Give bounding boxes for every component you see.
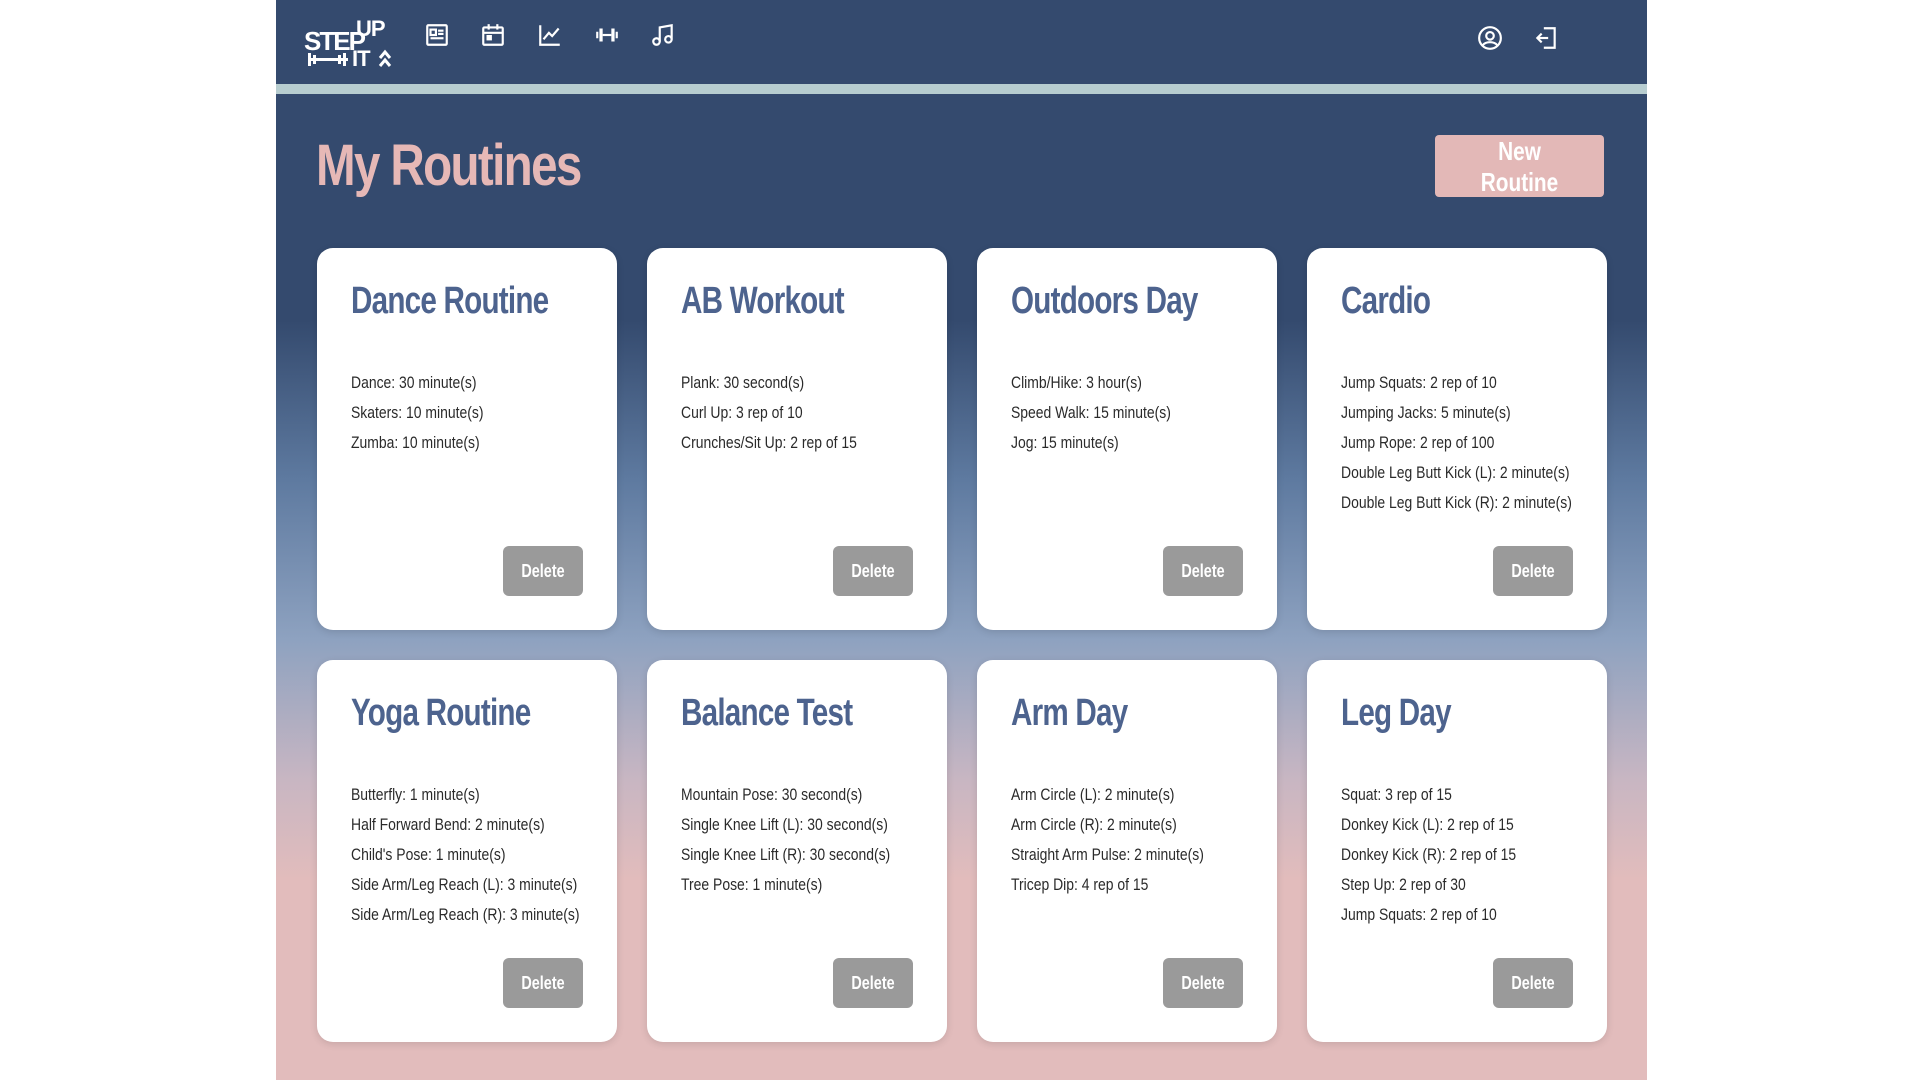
svg-text:UP: UP — [356, 16, 385, 41]
page-title: My Routines — [316, 133, 582, 198]
exercise-item: Zumba: 10 minute(s) — [351, 433, 480, 452]
exercise-item: Climb/Hike: 3 hour(s) — [1011, 373, 1142, 392]
exercise-list: Squat: 3 rep of 15 Donkey Kick (L): 2 re… — [1341, 780, 1555, 930]
exercise-item: Mountain Pose: 30 second(s) — [681, 785, 863, 804]
routine-card: Leg Day Squat: 3 rep of 15 Donkey Kick (… — [1307, 660, 1607, 1042]
stepupit-logo[interactable]: STEP UP IT — [304, 14, 394, 71]
routine-title: Cardio — [1341, 280, 1431, 322]
routine-card: Arm Day Arm Circle (L): 2 minute(s) Arm … — [977, 660, 1277, 1042]
exercise-item: Speed Walk: 15 minute(s) — [1011, 403, 1171, 422]
exercise-item: Arm Circle (R): 2 minute(s) — [1011, 815, 1177, 834]
delete-button[interactable]: Delete — [1493, 546, 1573, 596]
exercise-item: Child's Pose: 1 minute(s) — [351, 845, 506, 864]
delete-button[interactable]: Delete — [833, 546, 913, 596]
delete-button[interactable]: Delete — [503, 958, 583, 1008]
calendar-icon[interactable] — [478, 20, 508, 50]
chart-line-icon[interactable] — [535, 20, 565, 50]
routine-title: Leg Day — [1341, 692, 1452, 734]
header-divider — [276, 84, 1647, 94]
exercise-item: Straight Arm Pulse: 2 minute(s) — [1011, 845, 1204, 864]
delete-button[interactable]: Delete — [833, 958, 913, 1008]
exercise-item: Double Leg Butt Kick (R): 2 minute(s) — [1341, 493, 1572, 512]
exercise-item: Side Arm/Leg Reach (R): 3 minute(s) — [351, 905, 580, 924]
delete-button[interactable]: Delete — [1163, 958, 1243, 1008]
exercise-list: Plank: 30 second(s) Curl Up: 3 rep of 10… — [681, 368, 896, 458]
exercise-item: Butterfly: 1 minute(s) — [351, 785, 480, 804]
app-container: STEP UP IT My Routines New Routine Dance… — [276, 0, 1647, 1080]
logout-icon[interactable] — [1531, 23, 1561, 53]
music-note-icon[interactable] — [648, 20, 678, 50]
exercise-item: Jumping Jacks: 5 minute(s) — [1341, 403, 1511, 422]
delete-label: Delete — [521, 972, 565, 993]
exercise-item: Plank: 30 second(s) — [681, 373, 805, 392]
routine-title: Yoga Routine — [351, 692, 531, 734]
newspaper-icon[interactable] — [422, 20, 452, 50]
exercise-item: Donkey Kick (L): 2 rep of 15 — [1341, 815, 1514, 834]
delete-button[interactable]: Delete — [1163, 546, 1243, 596]
delete-label: Delete — [1181, 972, 1225, 993]
new-routine-button[interactable]: New Routine — [1435, 135, 1604, 197]
routine-title: Outdoors Day — [1011, 280, 1198, 322]
delete-label: Delete — [851, 560, 895, 581]
exercise-item: Half Forward Bend: 2 minute(s) — [351, 815, 545, 834]
svg-text:IT: IT — [352, 46, 371, 70]
delete-label: Delete — [1511, 972, 1555, 993]
exercise-list: Dance: 30 minute(s) Skaters: 10 minute(s… — [351, 368, 513, 458]
exercise-item: Arm Circle (L): 2 minute(s) — [1011, 785, 1175, 804]
delete-label: Delete — [521, 560, 565, 581]
routine-card: Cardio Jump Squats: 2 rep of 10 Jumping … — [1307, 248, 1607, 630]
dumbbell-icon[interactable] — [592, 20, 622, 50]
delete-button[interactable]: Delete — [1493, 958, 1573, 1008]
exercise-item: Skaters: 10 minute(s) — [351, 403, 484, 422]
exercise-item: Crunches/Sit Up: 2 rep of 15 — [681, 433, 857, 452]
exercise-list: Arm Circle (L): 2 minute(s) Arm Circle (… — [1011, 780, 1246, 900]
exercise-list: Climb/Hike: 3 hour(s) Speed Walk: 15 min… — [1011, 368, 1206, 458]
top-navbar: STEP UP IT — [276, 0, 1647, 84]
new-routine-label: New Routine — [1480, 136, 1559, 197]
routine-card: Dance Routine Dance: 30 minute(s) Skater… — [317, 248, 617, 630]
exercise-item: Single Knee Lift (L): 30 second(s) — [681, 815, 888, 834]
exercise-item: Tree Pose: 1 minute(s) — [681, 875, 823, 894]
routine-card: Balance Test Mountain Pose: 30 second(s)… — [647, 660, 947, 1042]
exercise-item: Squat: 3 rep of 15 — [1341, 785, 1452, 804]
delete-label: Delete — [1511, 560, 1555, 581]
routine-title: Arm Day — [1011, 692, 1128, 734]
exercise-item: Jump Squats: 2 rep of 10 — [1341, 905, 1497, 924]
routine-title: AB Workout — [681, 280, 845, 322]
exercise-list: Mountain Pose: 30 second(s) Single Knee … — [681, 780, 936, 900]
delete-label: Delete — [851, 972, 895, 993]
exercise-item: Jump Rope: 2 rep of 100 — [1341, 433, 1495, 452]
exercise-item: Donkey Kick (R): 2 rep of 15 — [1341, 845, 1517, 864]
exercise-item: Curl Up: 3 rep of 10 — [681, 403, 803, 422]
exercise-item: Dance: 30 minute(s) — [351, 373, 477, 392]
routine-title: Dance Routine — [351, 280, 549, 322]
exercise-item: Jog: 15 minute(s) — [1011, 433, 1119, 452]
routine-title: Balance Test — [681, 692, 853, 734]
exercise-item: Side Arm/Leg Reach (L): 3 minute(s) — [351, 875, 578, 894]
delete-label: Delete — [1181, 560, 1225, 581]
exercise-list: Butterfly: 1 minute(s) Half Forward Bend… — [351, 780, 630, 930]
exercise-item: Jump Squats: 2 rep of 10 — [1341, 373, 1497, 392]
exercise-item: Step Up: 2 rep of 30 — [1341, 875, 1466, 894]
exercise-item: Tricep Dip: 4 rep of 15 — [1011, 875, 1149, 894]
user-circle-icon[interactable] — [1475, 23, 1505, 53]
routine-card: Outdoors Day Climb/Hike: 3 hour(s) Speed… — [977, 248, 1277, 630]
routine-card: AB Workout Plank: 30 second(s) Curl Up: … — [647, 248, 947, 630]
delete-button[interactable]: Delete — [503, 546, 583, 596]
exercise-list: Jump Squats: 2 rep of 10 Jumping Jacks: … — [1341, 368, 1623, 518]
exercise-item: Single Knee Lift (R): 30 second(s) — [681, 845, 891, 864]
routine-card: Yoga Routine Butterfly: 1 minute(s) Half… — [317, 660, 617, 1042]
exercise-item: Double Leg Butt Kick (L): 2 minute(s) — [1341, 463, 1570, 482]
